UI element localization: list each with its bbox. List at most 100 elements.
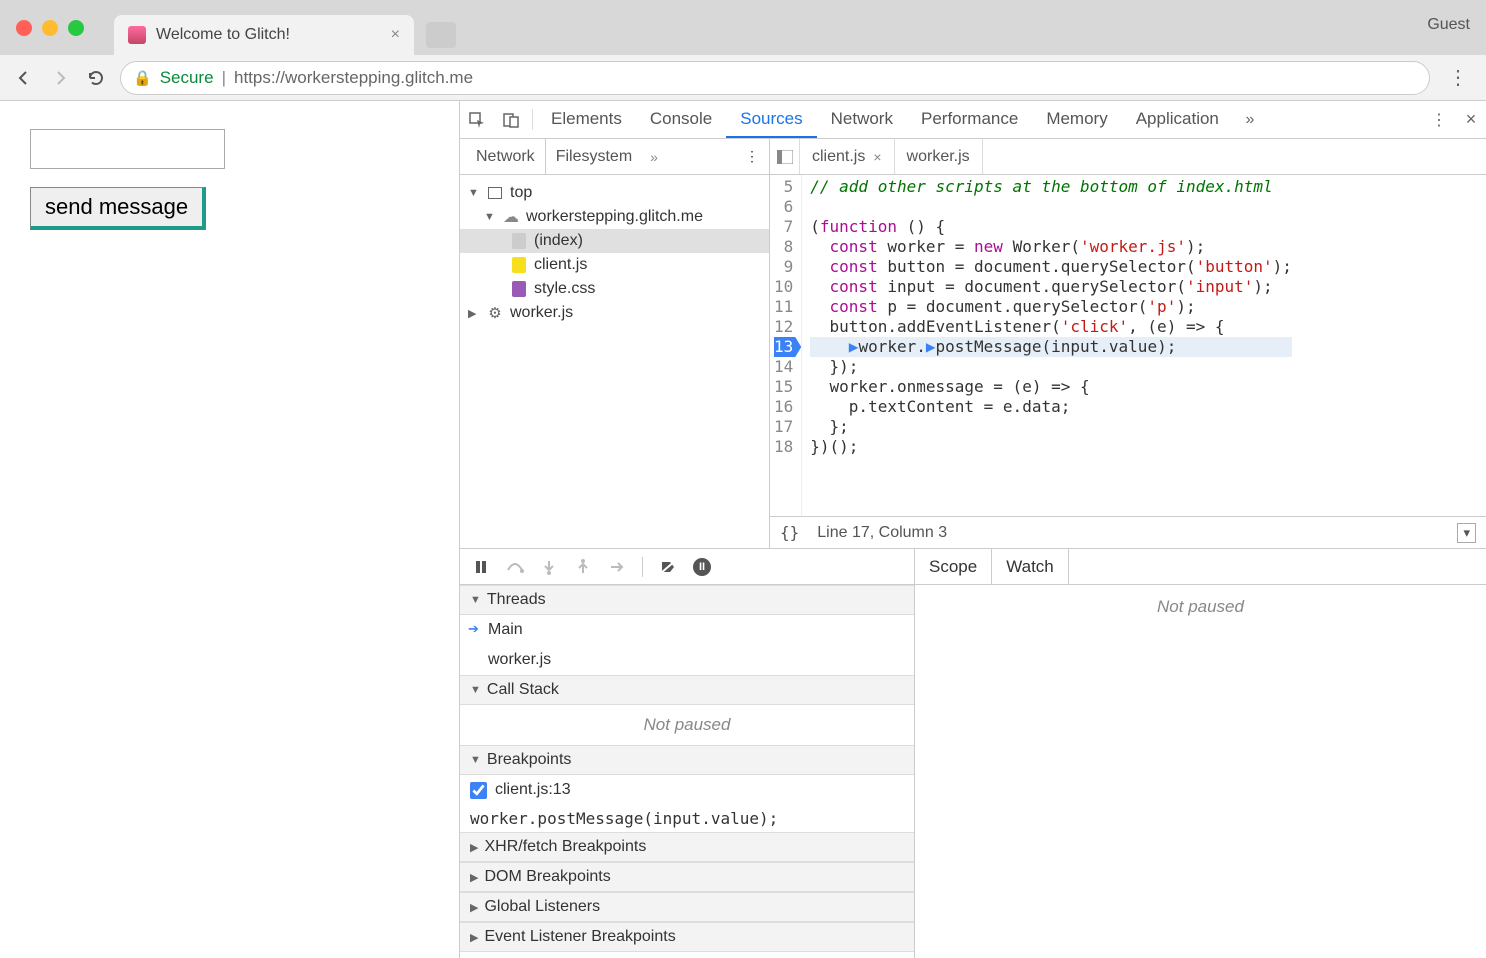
code-editor[interactable]: 56789101112131415161718 // add other scr… <box>770 175 1486 516</box>
nav-tab-filesystem[interactable]: Filesystem <box>546 139 642 174</box>
scope-tab[interactable]: Scope <box>915 549 992 584</box>
cloud-icon: ☁ <box>502 208 520 226</box>
pause-on-exceptions-button[interactable]: II <box>689 554 715 580</box>
editor-tab-label: worker.js <box>907 148 970 166</box>
event-listener-breakpoints-header[interactable]: ▶Event Listener Breakpoints <box>460 922 914 952</box>
tab-elements[interactable]: Elements <box>537 101 636 138</box>
sources-navigator: Network Filesystem » ⋮ ▼ top ▼☁ workerst… <box>460 139 770 548</box>
breakpoint-checkbox[interactable] <box>470 782 487 799</box>
tab-sources[interactable]: Sources <box>726 101 816 138</box>
browser-titlebar: Welcome to Glitch! × Guest <box>0 0 1486 55</box>
editor-tab-clientjs[interactable]: client.js × <box>800 139 895 174</box>
callstack-empty-msg: Not paused <box>460 705 914 745</box>
tree-label: worker.js <box>510 304 573 322</box>
tree-label: style.css <box>534 280 595 298</box>
xhr-breakpoints-header[interactable]: ▶XHR/fetch Breakpoints <box>460 832 914 862</box>
tab-console[interactable]: Console <box>636 101 726 138</box>
devtools-menu-icon[interactable]: ⋮ <box>1422 101 1456 138</box>
breakpoints-header[interactable]: ▼Breakpoints <box>460 745 914 775</box>
tab-memory[interactable]: Memory <box>1032 101 1121 138</box>
back-button[interactable] <box>12 66 36 90</box>
editor-toggle-nav-icon[interactable] <box>770 139 800 174</box>
page-viewport: send message <box>0 101 460 958</box>
thread-worker[interactable]: worker.js <box>460 645 914 675</box>
tab-application[interactable]: Application <box>1122 101 1233 138</box>
nav-tab-network[interactable]: Network <box>466 139 546 174</box>
watch-tab[interactable]: Watch <box>992 549 1069 584</box>
inspect-element-icon[interactable] <box>460 101 494 138</box>
message-input[interactable] <box>30 129 225 169</box>
editor-tab-workerjs[interactable]: worker.js <box>895 139 983 174</box>
traffic-lights <box>16 20 84 36</box>
cursor-position: Line 17, Column 3 <box>817 524 947 542</box>
file-icon <box>512 233 526 249</box>
url-separator: | <box>222 68 226 88</box>
pause-button[interactable] <box>468 554 494 580</box>
devtools-tabbar: Elements Console Sources Network Perform… <box>460 101 1486 139</box>
close-editor-tab-icon[interactable]: × <box>873 149 881 165</box>
step-into-button[interactable] <box>536 554 562 580</box>
forward-button[interactable] <box>48 66 72 90</box>
code-editor-panel: client.js × worker.js 567891011121314151… <box>770 139 1486 548</box>
scope-empty-msg: Not paused <box>1157 597 1244 617</box>
tree-label: top <box>510 184 532 202</box>
breakpoint-label: client.js:13 <box>495 781 571 799</box>
editor-status-bar: {} Line 17, Column 3 ▾ <box>770 516 1486 548</box>
tree-label: workerstepping.glitch.me <box>526 208 703 226</box>
tree-frame-top[interactable]: ▼ top <box>460 181 769 205</box>
url-text: https://workerstepping.glitch.me <box>234 68 473 88</box>
tab-network[interactable]: Network <box>817 101 907 138</box>
editor-tab-label: client.js <box>812 148 865 166</box>
pretty-print-icon[interactable]: {} <box>780 523 799 542</box>
navigator-tabs: Network Filesystem » ⋮ <box>460 139 769 175</box>
file-tree: ▼ top ▼☁ workerstepping.glitch.me (index… <box>460 175 769 331</box>
tab-performance[interactable]: Performance <box>907 101 1032 138</box>
js-file-icon <box>512 257 526 273</box>
more-tabs-icon[interactable]: » <box>1233 101 1267 138</box>
browser-toolbar: 🔒 Secure | https://workerstepping.glitch… <box>0 55 1486 101</box>
thread-main[interactable]: Main <box>460 615 914 645</box>
close-tab-icon[interactable]: × <box>391 26 400 44</box>
address-bar[interactable]: 🔒 Secure | https://workerstepping.glitch… <box>120 61 1430 95</box>
devtools-close-icon[interactable]: × <box>1456 101 1486 138</box>
favicon-icon <box>128 26 146 44</box>
browser-menu-icon[interactable]: ⋮ <box>1442 65 1474 90</box>
nav-menu-icon[interactable]: ⋮ <box>735 139 769 174</box>
step-button[interactable] <box>604 554 630 580</box>
deactivate-breakpoints-button[interactable] <box>655 554 681 580</box>
step-out-button[interactable] <box>570 554 596 580</box>
secure-label: Secure <box>160 68 214 88</box>
callstack-header[interactable]: ▼Call Stack <box>460 675 914 705</box>
dom-breakpoints-header[interactable]: ▶DOM Breakpoints <box>460 862 914 892</box>
close-window-icon[interactable] <box>16 20 32 36</box>
reload-button[interactable] <box>84 66 108 90</box>
global-listeners-header[interactable]: ▶Global Listeners <box>460 892 914 922</box>
profile-label[interactable]: Guest <box>1427 16 1470 34</box>
nav-more-icon[interactable]: » <box>642 139 666 174</box>
breakpoint-item[interactable]: client.js:13 <box>460 775 914 805</box>
devtools-panel: Elements Console Sources Network Perform… <box>460 101 1486 958</box>
debugger-toolbar: II <box>460 549 914 585</box>
tree-file-index[interactable]: (index) <box>460 229 769 253</box>
gear-icon: ⚙ <box>486 304 504 322</box>
tree-file-clientjs[interactable]: client.js <box>460 253 769 277</box>
tree-label: client.js <box>534 256 587 274</box>
debugger-panel: II ▼Threads Main worker.js ▼Call Stack N… <box>460 548 1486 958</box>
tree-file-stylecss[interactable]: style.css <box>460 277 769 301</box>
lock-icon: 🔒 <box>133 69 152 87</box>
tree-worker[interactable]: ▶⚙ worker.js <box>460 301 769 325</box>
tree-label: (index) <box>534 232 583 250</box>
maximize-window-icon[interactable] <box>68 20 84 36</box>
minimize-window-icon[interactable] <box>42 20 58 36</box>
tree-domain[interactable]: ▼☁ workerstepping.glitch.me <box>460 205 769 229</box>
device-toggle-icon[interactable] <box>494 101 528 138</box>
new-tab-button[interactable] <box>426 22 456 48</box>
step-over-button[interactable] <box>502 554 528 580</box>
threads-header[interactable]: ▼Threads <box>460 585 914 615</box>
browser-tab[interactable]: Welcome to Glitch! × <box>114 15 414 55</box>
coverage-toggle-icon[interactable]: ▾ <box>1457 523 1476 543</box>
css-file-icon <box>512 281 526 297</box>
browser-tab-title: Welcome to Glitch! <box>156 26 381 44</box>
send-message-button[interactable]: send message <box>30 187 206 230</box>
breakpoint-code: worker.postMessage(input.value); <box>460 805 914 832</box>
